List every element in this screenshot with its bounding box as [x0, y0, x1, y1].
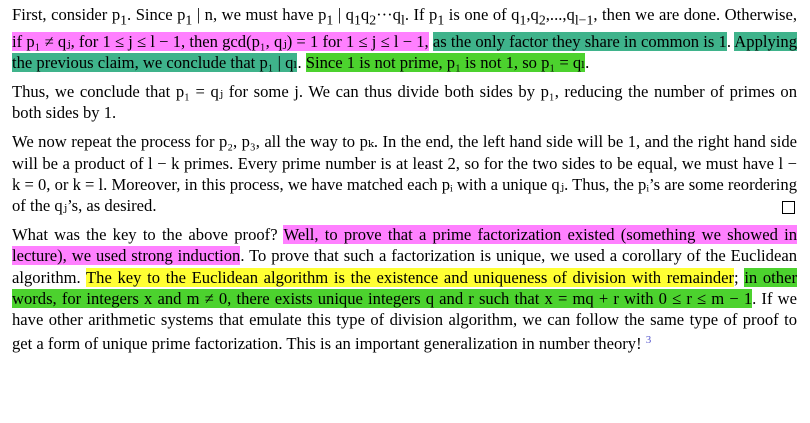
text-run: | q: [333, 5, 354, 24]
text-run: ,q: [526, 5, 539, 24]
highlight-pink: if p₁ ≠ qⱼ, for 1 ≤ j ≤ l − 1, then gcd(…: [12, 31, 429, 51]
subscript: l−1: [574, 12, 594, 28]
text-run: ;: [734, 267, 745, 287]
text-run: ···q: [376, 5, 401, 24]
text-run: . Since p: [127, 5, 186, 24]
paragraph-conclusion: Thus, we conclude that p₁ = qⱼ for some …: [12, 81, 797, 123]
footnote-marker[interactable]: 3: [646, 334, 652, 346]
proof-text: First, consider p1. Since p1 | n, we mus…: [12, 4, 797, 362]
subscript: 1: [120, 12, 128, 28]
text-run: First, consider p: [12, 5, 121, 24]
paragraph-key-idea: What was the key to the above proof? Wel…: [12, 224, 797, 354]
text-run: q: [360, 5, 370, 24]
highlight-teal: as the only factor they share in common …: [432, 31, 727, 51]
highlight-green: Since 1 is not prime, p₁ is not 1, so p₁…: [305, 52, 586, 72]
paragraph-proof-step: First, consider p1. Since p1 | n, we mus…: [12, 5, 798, 72]
text-run: is one of q: [444, 5, 520, 24]
subscript: 2: [538, 12, 546, 28]
text-run: ,...,q: [545, 5, 575, 24]
text-run: , then we are done. Otherwise,: [593, 5, 798, 24]
text-run: | n, we must have p: [192, 5, 327, 24]
text-run: What was the key to the above proof?: [12, 225, 284, 245]
qed-square-icon: [782, 200, 795, 214]
text-run: . If p: [404, 5, 438, 24]
text-run: We now repeat the process for p₂, p₃, al…: [12, 132, 797, 215]
paragraph-repeat: We now repeat the process for p₂, p₃, al…: [12, 131, 797, 216]
subscript: 1: [353, 12, 361, 28]
highlight-yellow: The key to the Euclidean algorithm is th…: [86, 267, 735, 287]
